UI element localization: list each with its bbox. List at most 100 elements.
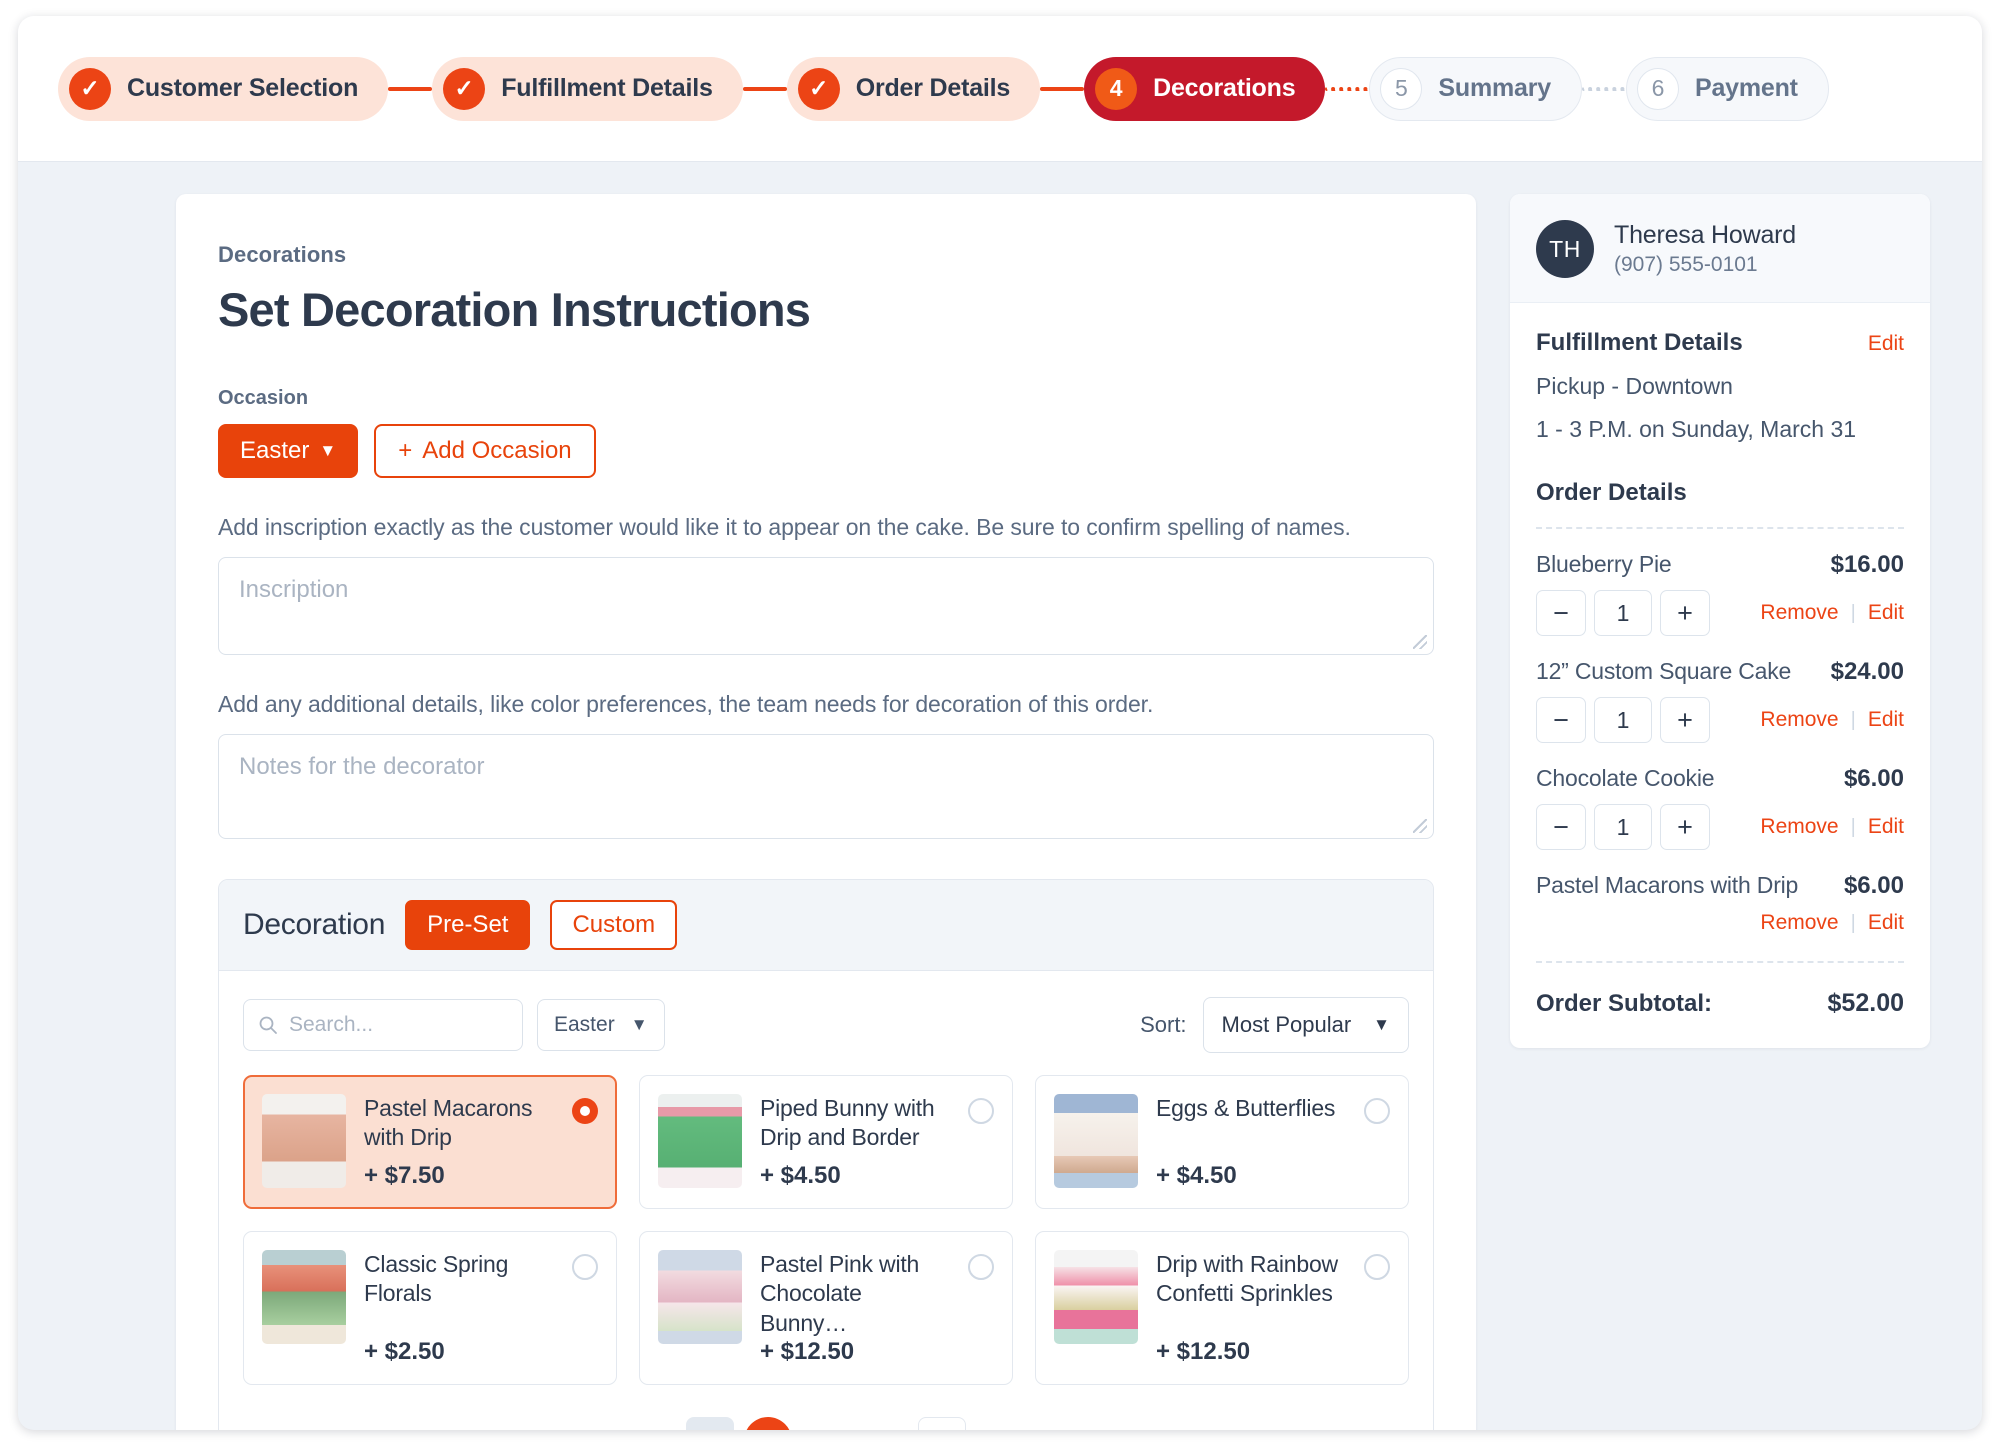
- edit-link[interactable]: Edit: [1868, 911, 1904, 935]
- stepper-item-payment[interactable]: 6 Payment: [1625, 56, 1829, 121]
- decoration-thumbnail: [658, 1094, 742, 1188]
- tab-custom[interactable]: Custom: [550, 900, 678, 950]
- resize-handle-icon[interactable]: [1413, 635, 1427, 649]
- line-item-price: $24.00: [1830, 658, 1904, 685]
- line-item-price: $6.00: [1843, 765, 1904, 792]
- quantity-value[interactable]: 1: [1594, 804, 1652, 850]
- step-number-badge: 6: [1636, 67, 1679, 110]
- decoration-name: Eggs & Butterflies: [1156, 1095, 1336, 1121]
- increment-button[interactable]: +: [1660, 590, 1710, 636]
- sort-value: Most Popular: [1221, 1012, 1352, 1037]
- order-line-item: Pastel Macarons with Drip $6.00 Remove | Edi…: [1536, 872, 1904, 935]
- decoration-card[interactable]: Classic Spring Florals + $2.50: [243, 1231, 617, 1386]
- remove-link[interactable]: Remove: [1760, 708, 1838, 732]
- search-input[interactable]: Search...: [243, 999, 523, 1051]
- line-item-row: 12” Custom Square Cake $24.00: [1536, 658, 1904, 686]
- decoration-card[interactable]: Piped Bunny with Drip and Border + $4.50: [639, 1075, 1013, 1209]
- stepper-connector: [1581, 86, 1626, 91]
- line-item-actions: Remove | Edit: [1760, 815, 1904, 839]
- step-number-badge: 4: [1095, 67, 1138, 110]
- decoration-card[interactable]: Pastel Pink with Chocolate Bunny… + $12.5…: [639, 1231, 1013, 1386]
- decoration-price: + $2.50: [364, 1338, 445, 1366]
- quantity-value[interactable]: 1: [1594, 697, 1652, 743]
- edit-link[interactable]: Edit: [1868, 708, 1904, 732]
- line-item-price: $16.00: [1830, 551, 1904, 578]
- increment-button[interactable]: +: [1660, 804, 1710, 850]
- resize-handle-icon[interactable]: [1413, 819, 1427, 833]
- decoration-thumbnail: [1054, 1250, 1138, 1344]
- stepper-item-decorations[interactable]: 4 Decorations: [1084, 56, 1326, 121]
- stepper-item-label: Decorations: [1153, 74, 1296, 102]
- chevron-down-icon: ▼: [630, 1015, 648, 1034]
- edit-fulfillment-link[interactable]: Edit: [1868, 332, 1904, 356]
- decorator-notes-input[interactable]: Notes for the decorator: [218, 734, 1434, 839]
- decrement-button[interactable]: −: [1536, 804, 1586, 850]
- quantity-value[interactable]: 1: [1594, 590, 1652, 636]
- increment-button[interactable]: +: [1660, 697, 1710, 743]
- order-details-title: Order Details: [1536, 479, 1687, 506]
- add-occasion-button[interactable]: + Add Occasion: [374, 424, 596, 478]
- notes-help-text: Add any additional details, like color p…: [218, 691, 1154, 717]
- tab-preset[interactable]: Pre-Set: [405, 900, 531, 950]
- remove-link[interactable]: Remove: [1760, 601, 1838, 625]
- edit-link[interactable]: Edit: [1868, 601, 1904, 625]
- line-item-actions: Remove | Edit: [1760, 911, 1904, 935]
- decoration-radio[interactable]: [572, 1254, 598, 1280]
- decoration-card[interactable]: Drip with Rainbow Confetti Sprinkles + $1…: [1035, 1231, 1409, 1386]
- decoration-radio[interactable]: [968, 1254, 994, 1280]
- line-item-controls: −1 + Remove | Edit: [1536, 590, 1904, 636]
- customer-name: Theresa Howard: [1614, 221, 1797, 249]
- decoration-card[interactable]: Pastel Macarons with Drip + $7.50: [243, 1075, 617, 1209]
- decoration-radio[interactable]: [572, 1098, 598, 1124]
- decoration-price: + $4.50: [1156, 1162, 1237, 1189]
- line-item-name: 12” Custom Square Cake: [1536, 658, 1792, 684]
- divider: [1536, 961, 1904, 963]
- customer-info: Theresa Howard (907) 555-0101: [1614, 221, 1796, 277]
- remove-link[interactable]: Remove: [1760, 815, 1838, 839]
- add-occasion-label: Add Occasion: [422, 437, 572, 464]
- customer-phone: (907) 555-0101: [1614, 253, 1758, 276]
- order-line-items: Blueberry Pie $16.00−1 + Remove | Edit 12” Cus…: [1536, 551, 1904, 935]
- stepper-item-customer-selection[interactable]: ✓ Customer Selection: [58, 56, 389, 121]
- pagination-next[interactable]: ›: [918, 1417, 966, 1430]
- pagination-prev[interactable]: ‹: [686, 1417, 734, 1430]
- pagination-page-2[interactable]: 2: [802, 1417, 850, 1430]
- stepper-item-order-details[interactable]: ✓ Order Details: [786, 56, 1041, 121]
- pagination-page-3[interactable]: 3: [860, 1417, 908, 1430]
- stepper-connector: [742, 86, 787, 91]
- decoration-name: Pastel Macarons with Drip: [364, 1095, 533, 1151]
- remove-link[interactable]: Remove: [1760, 911, 1838, 935]
- check-icon: ✓: [69, 67, 111, 110]
- fulfillment-title: Fulfillment Details: [1536, 329, 1743, 356]
- decoration-panel-body: Search... Easter ▼ Sort: Most Popular ▼: [219, 971, 1433, 1430]
- pagination-page-1[interactable]: 1: [744, 1417, 792, 1430]
- chevron-down-icon: ▼: [319, 441, 337, 460]
- check-icon: ✓: [797, 67, 840, 110]
- search-icon: [259, 1016, 277, 1034]
- decoration-radio[interactable]: [1364, 1254, 1390, 1280]
- decoration-card[interactable]: Eggs & Butterflies + $4.50: [1035, 1075, 1409, 1209]
- decoration-radio[interactable]: [1364, 1098, 1390, 1124]
- fulfillment-time: 1 - 3 P.M. on Sunday, March 31: [1536, 416, 1857, 442]
- inscription-input[interactable]: Inscription: [218, 557, 1434, 655]
- page-title: Set Decoration Instructions: [218, 283, 811, 336]
- line-item-controls: −1 + Remove | Edit: [1536, 804, 1904, 850]
- decrement-button[interactable]: −: [1536, 697, 1586, 743]
- stepper-item-summary[interactable]: 5 Summary: [1369, 56, 1582, 121]
- decrement-button[interactable]: −: [1536, 590, 1586, 636]
- line-item-name: Chocolate Cookie: [1536, 765, 1715, 791]
- decoration-card-text: Eggs & Butterflies + $4.50: [1156, 1094, 1346, 1190]
- decoration-thumbnail: [1054, 1094, 1138, 1188]
- decoration-card-text: Drip with Rainbow Confetti Sprinkles + $1…: [1156, 1250, 1346, 1366]
- stepper-item-fulfillment-details[interactable]: ✓ Fulfillment Details: [432, 56, 743, 121]
- line-item-controls: Remove | Edit: [1536, 911, 1904, 935]
- action-separator: |: [1850, 601, 1856, 624]
- edit-link[interactable]: Edit: [1868, 815, 1904, 839]
- decoration-radio[interactable]: [968, 1098, 994, 1124]
- occasion-select[interactable]: Easter ▼: [218, 424, 359, 478]
- sort-select[interactable]: Most Popular ▼: [1202, 997, 1409, 1053]
- occasion-filter-select[interactable]: Easter ▼: [537, 999, 665, 1051]
- line-item-price: $6.00: [1843, 872, 1904, 899]
- line-item-row: Blueberry Pie $16.00: [1536, 551, 1904, 579]
- decoration-panel: Decoration Pre-Set Custom Search... East…: [218, 879, 1434, 1430]
